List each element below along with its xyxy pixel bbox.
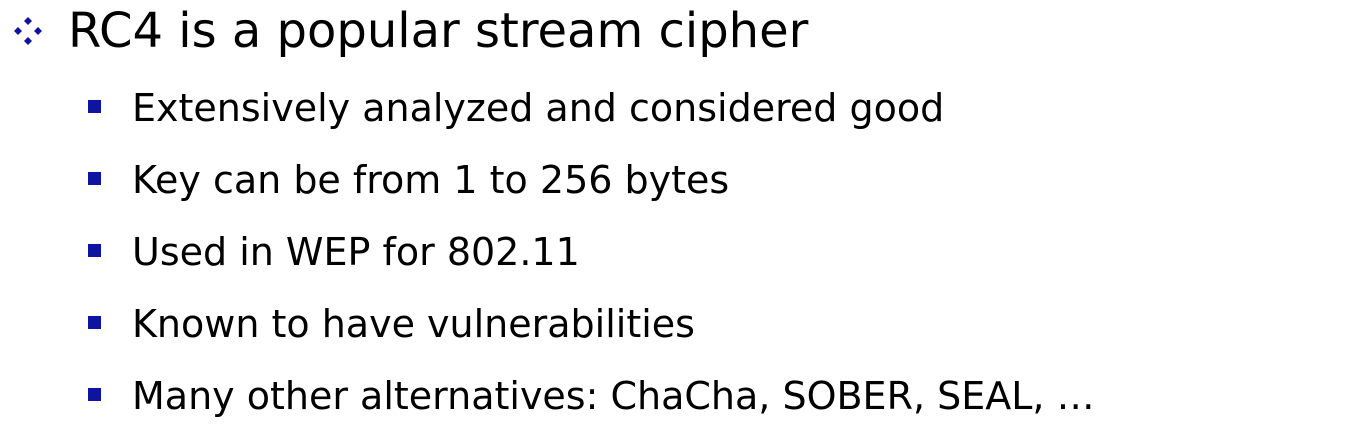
sub-bullet-list: Extensively analyzed and considered good… bbox=[88, 72, 1095, 432]
sub-bullet-text: Known to have vulnerabilities bbox=[132, 302, 695, 346]
sub-bullet-item: Known to have vulnerabilities bbox=[88, 288, 1095, 360]
sub-bullet-text: Many other alternatives: ChaCha, SOBER, … bbox=[132, 374, 1095, 418]
sub-bullet-item: Used in WEP for 802.11 bbox=[88, 216, 1095, 288]
sub-bullet-text: Key can be from 1 to 256 bytes bbox=[132, 158, 730, 202]
square-bullet-icon bbox=[88, 387, 101, 401]
square-bullet-icon bbox=[88, 171, 101, 185]
slide: RC4 is a popular stream cipher Extensive… bbox=[0, 0, 1359, 441]
main-bullet-text: RC4 is a popular stream cipher bbox=[68, 3, 809, 59]
diamond-bullet-icon bbox=[14, 17, 42, 45]
sub-bullet-item: Many other alternatives: ChaCha, SOBER, … bbox=[88, 360, 1095, 432]
square-bullet-icon bbox=[88, 243, 101, 257]
sub-bullet-text: Extensively analyzed and considered good bbox=[132, 86, 945, 130]
main-bullet: RC4 is a popular stream cipher bbox=[10, 0, 808, 62]
sub-bullet-item: Key can be from 1 to 256 bytes bbox=[88, 144, 1095, 216]
square-bullet-icon bbox=[88, 99, 101, 113]
square-bullet-icon bbox=[88, 315, 101, 329]
sub-bullet-item: Extensively analyzed and considered good bbox=[88, 72, 1095, 144]
sub-bullet-text: Used in WEP for 802.11 bbox=[132, 230, 580, 274]
